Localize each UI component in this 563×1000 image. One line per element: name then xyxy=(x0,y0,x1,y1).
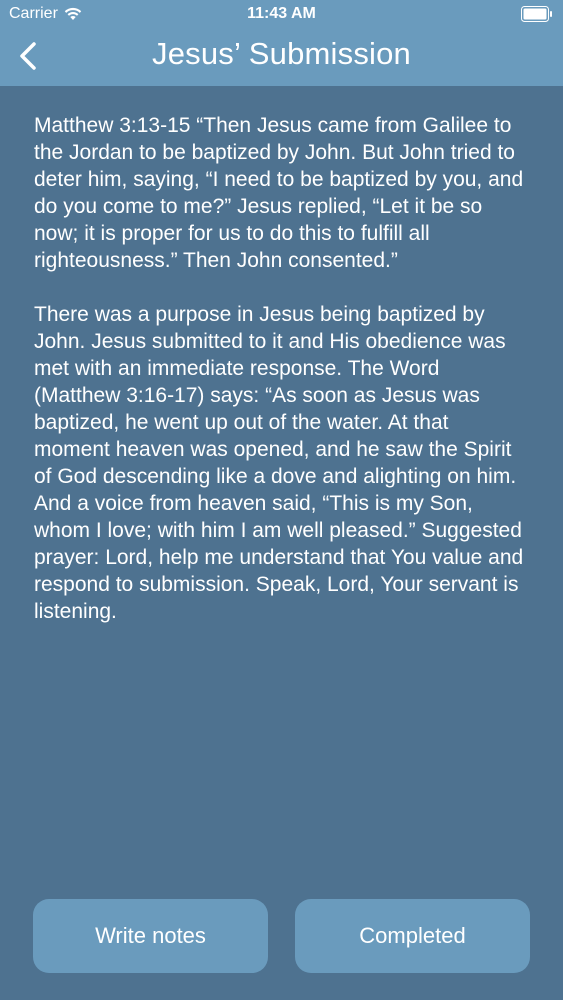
chevron-left-icon xyxy=(20,42,36,70)
devotional-content: Matthew 3:13-15 “Then Jesus came from Ga… xyxy=(34,112,529,652)
battery-icon xyxy=(521,6,552,22)
top-bar: Carrier 11:43 AM Jesus’ Submission xyxy=(0,0,563,86)
navigation-bar: Jesus’ Submission xyxy=(0,30,563,86)
status-bar: Carrier 11:43 AM xyxy=(0,0,563,30)
scripture-paragraph: Matthew 3:13-15 “Then Jesus came from Ga… xyxy=(34,114,524,272)
completed-button[interactable]: Completed xyxy=(295,899,530,973)
back-button[interactable] xyxy=(6,34,50,78)
status-time: 11:43 AM xyxy=(247,5,316,22)
page-title: Jesus’ Submission xyxy=(152,36,411,71)
reflection-paragraph: There was a purpose in Jesus being bapti… xyxy=(34,303,524,623)
write-notes-button[interactable]: Write notes xyxy=(33,899,268,973)
